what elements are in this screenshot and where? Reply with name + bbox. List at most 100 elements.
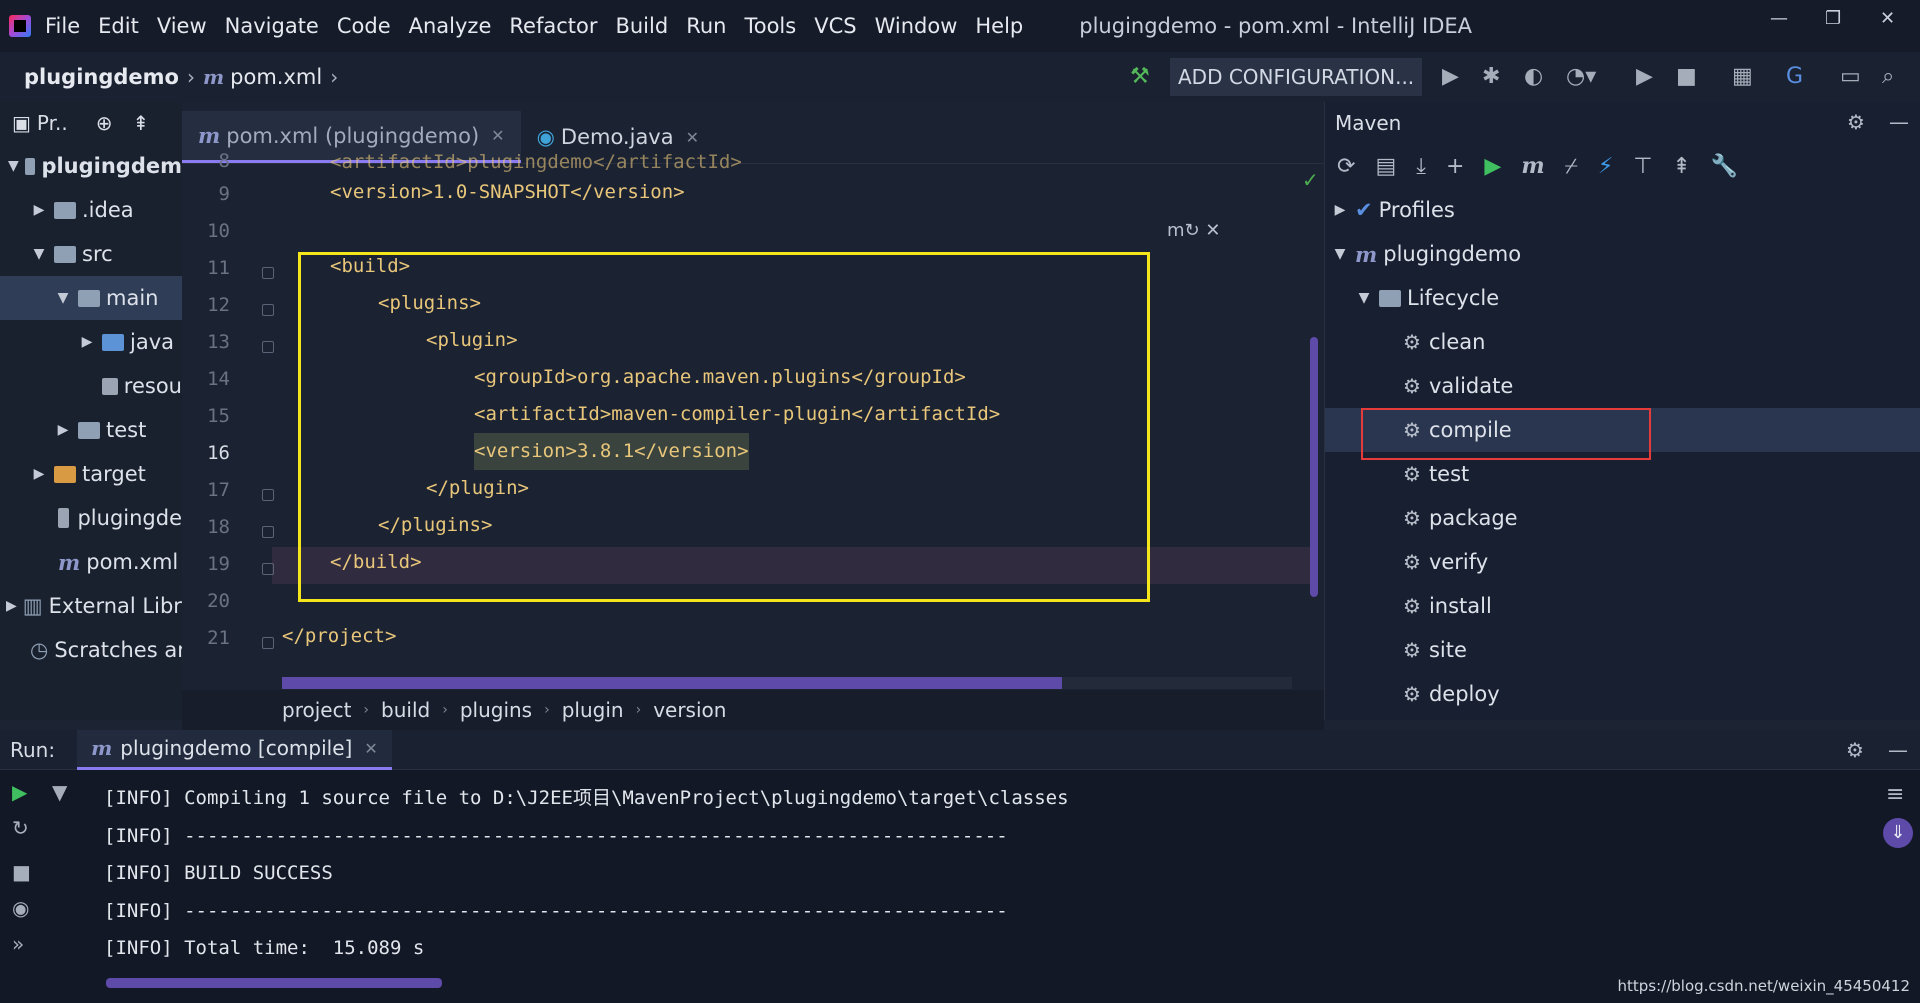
- reload-icon[interactable]: ⟳: [1337, 154, 1355, 179]
- add-configuration-button[interactable]: ADD CONFIGURATION...: [1170, 58, 1423, 96]
- menu-view[interactable]: View: [157, 14, 207, 38]
- collapse-all-icon[interactable]: ⇞: [1672, 154, 1690, 179]
- expanded-arrow-icon[interactable]: ▼: [54, 290, 72, 306]
- expand-arrow-icon[interactable]: ▼: [52, 780, 67, 804]
- stop-icon[interactable]: ■: [12, 860, 31, 884]
- menu-help[interactable]: Help: [975, 14, 1023, 38]
- tree-item-iml[interactable]: plugingde: [0, 496, 182, 540]
- maven-goal-deploy[interactable]: ⚙ deploy: [1325, 672, 1920, 716]
- breadcrumb-plugin[interactable]: plugin: [562, 698, 624, 722]
- tree-item-idea[interactable]: ▶ .idea: [0, 188, 182, 232]
- menu-vcs[interactable]: VCS: [814, 14, 856, 38]
- project-structure-icon[interactable]: ▦: [1732, 64, 1753, 89]
- maven-goal-clean[interactable]: ⚙ clean: [1325, 320, 1920, 364]
- fold-marker-icon[interactable]: [262, 526, 274, 538]
- menu-refactor[interactable]: Refactor: [509, 14, 597, 38]
- collapse-all-icon[interactable]: ⇞: [132, 111, 149, 135]
- build-hammer-icon[interactable]: ⚒: [1130, 64, 1150, 89]
- scroll-to-end-icon[interactable]: ⇓: [1883, 818, 1913, 848]
- fold-marker-icon[interactable]: [262, 304, 274, 316]
- expanded-arrow-icon[interactable]: ▼: [30, 246, 48, 262]
- expanded-arrow-icon[interactable]: ▼: [1331, 246, 1349, 262]
- maven-tree-project[interactable]: ▼ m plugingdemo: [1325, 232, 1920, 276]
- download-icon[interactable]: ⤓: [1416, 154, 1426, 179]
- toggle-offline-icon[interactable]: ⌿: [1565, 154, 1578, 179]
- breadcrumb-build[interactable]: build: [381, 698, 430, 722]
- hide-panel-icon[interactable]: —: [1889, 110, 1909, 134]
- tree-item-target[interactable]: ▶ target: [0, 452, 182, 496]
- collapsed-arrow-icon[interactable]: ▶: [30, 202, 48, 218]
- view-icon[interactable]: ◉: [12, 896, 29, 920]
- run-tab[interactable]: m plugingdemo [compile] ✕: [77, 729, 392, 770]
- locate-icon[interactable]: ⊕: [96, 111, 113, 135]
- profile-icon[interactable]: ◔▾: [1566, 64, 1596, 89]
- tree-item-scratches[interactable]: ◷ Scratches an: [0, 628, 182, 672]
- gear-icon[interactable]: ⚙: [1846, 738, 1864, 762]
- maven-tree-profiles[interactable]: ▶ ✔ Profiles: [1325, 188, 1920, 232]
- coverage-icon[interactable]: ◐: [1524, 64, 1543, 89]
- tree-item-test[interactable]: ▶ test: [0, 408, 182, 452]
- minimize-icon[interactable]: —: [1770, 8, 1788, 29]
- console-output[interactable]: [INFO] Compiling 1 source file to D:\J2E…: [104, 780, 1069, 968]
- search-icon[interactable]: ⌕: [1882, 64, 1894, 89]
- execute-goal-icon[interactable]: m: [1521, 153, 1544, 179]
- breadcrumb-project[interactable]: plugingdemo: [24, 65, 179, 89]
- collapsed-arrow-icon[interactable]: ▶: [6, 598, 17, 614]
- maven-goal-install[interactable]: ⚙ install: [1325, 584, 1920, 628]
- expanded-arrow-icon[interactable]: ▼: [1355, 290, 1373, 306]
- rerun-icon[interactable]: ▶: [12, 780, 27, 804]
- menu-edit[interactable]: Edit: [98, 14, 139, 38]
- run-maven-build-icon[interactable]: ▶: [1484, 154, 1501, 179]
- breadcrumb-plugins[interactable]: plugins: [460, 698, 532, 722]
- restore-icon[interactable]: ❐: [1825, 8, 1841, 29]
- fold-marker-icon[interactable]: [262, 637, 274, 649]
- tree-item-external-libraries[interactable]: ▶ ▥ External Libra: [0, 584, 182, 628]
- collapsed-arrow-icon[interactable]: ▶: [78, 334, 96, 350]
- maven-tree-lifecycle[interactable]: ▼ Lifecycle: [1325, 276, 1920, 320]
- gear-icon[interactable]: ⚙: [1847, 110, 1865, 134]
- menu-tools[interactable]: Tools: [744, 14, 796, 38]
- breadcrumb-project[interactable]: project: [282, 698, 351, 722]
- hide-panel-icon[interactable]: —: [1888, 738, 1908, 762]
- stop-icon[interactable]: ■: [1676, 64, 1697, 89]
- expanded-arrow-icon[interactable]: ▼: [8, 158, 19, 174]
- menu-window[interactable]: Window: [875, 14, 958, 38]
- maven-goal-site[interactable]: ⚙ site: [1325, 628, 1920, 672]
- close-tab-icon[interactable]: ✕: [364, 739, 377, 758]
- fold-marker-icon[interactable]: [262, 563, 274, 575]
- menu-navigate[interactable]: Navigate: [225, 14, 319, 38]
- maven-reload-popup-icon[interactable]: m↻ ✕: [1167, 220, 1220, 241]
- soft-wrap-icon[interactable]: ≡: [1886, 782, 1904, 807]
- fold-marker-icon[interactable]: [262, 267, 274, 279]
- settings-wrench-icon[interactable]: 🔧: [1711, 154, 1738, 179]
- skip-tests-icon[interactable]: ⚡: [1598, 154, 1613, 179]
- collapsed-arrow-icon[interactable]: ▶: [1331, 202, 1349, 218]
- tree-item-src[interactable]: ▼ src: [0, 232, 182, 276]
- scrollbar-thumb[interactable]: [282, 677, 1062, 689]
- maven-goal-validate[interactable]: ⚙ validate: [1325, 364, 1920, 408]
- tree-item-module[interactable]: ▼ plugingdem: [0, 144, 182, 188]
- tree-item-main[interactable]: ▼ main: [0, 276, 182, 320]
- show-dependencies-icon[interactable]: ⊤: [1633, 154, 1652, 179]
- tree-item-java[interactable]: ▶ java: [0, 320, 182, 364]
- generate-sources-icon[interactable]: ▤: [1375, 154, 1396, 179]
- run-icon[interactable]: ▶: [1442, 64, 1459, 89]
- vertical-scrollbar[interactable]: [1310, 337, 1318, 597]
- fold-marker-icon[interactable]: [262, 489, 274, 501]
- terminal-icon[interactable]: ▭: [1840, 64, 1861, 89]
- tree-item-pom[interactable]: m pom.xml: [0, 540, 182, 584]
- menu-code[interactable]: Code: [337, 14, 391, 38]
- translate-icon[interactable]: G: [1786, 64, 1803, 89]
- collapsed-arrow-icon[interactable]: ▶: [54, 422, 72, 438]
- close-tab-icon[interactable]: ✕: [491, 126, 504, 145]
- more-icon[interactable]: »: [12, 932, 24, 956]
- menu-file[interactable]: File: [45, 14, 80, 38]
- menu-build[interactable]: Build: [615, 14, 668, 38]
- maven-goal-package[interactable]: ⚙ package: [1325, 496, 1920, 540]
- maven-goal-verify[interactable]: ⚙ verify: [1325, 540, 1920, 584]
- breadcrumb-file[interactable]: pom.xml: [230, 65, 322, 89]
- rerun-failed-icon[interactable]: ↻: [12, 816, 29, 840]
- console-horizontal-scrollbar[interactable]: [106, 978, 442, 988]
- breadcrumb-version[interactable]: version: [653, 698, 726, 722]
- debug-icon[interactable]: ✱: [1482, 64, 1500, 89]
